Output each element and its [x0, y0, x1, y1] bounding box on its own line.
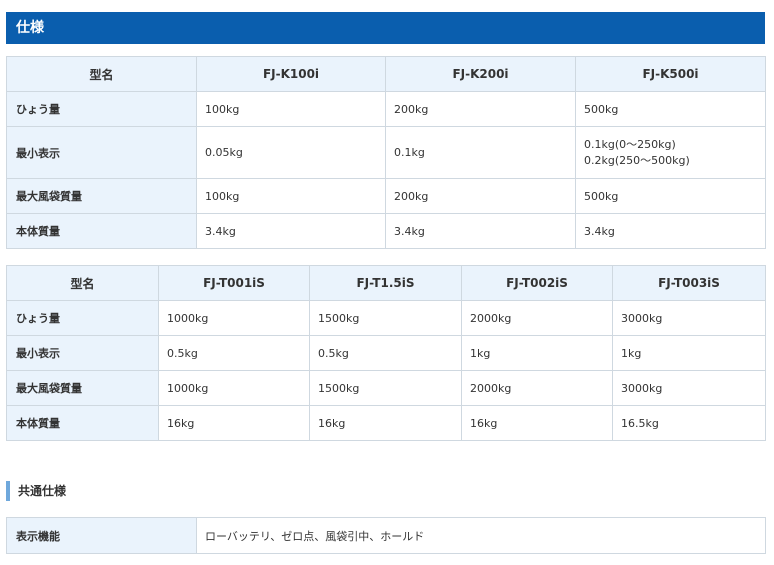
table-row: 最大風袋質量 100kg 200kg 500kg: [6, 178, 766, 214]
table-cell: 500kg: [575, 178, 766, 214]
table-cell: ローバッテリ、ゼロ点、風袋引中、ホールド: [196, 517, 766, 554]
row-label: 本体質量: [6, 405, 159, 441]
table-cell: 16kg: [309, 405, 462, 441]
common-spec-heading: 共通仕様: [6, 481, 66, 501]
table-cell: 16kg: [461, 405, 613, 441]
table-cell: 1kg: [461, 335, 613, 371]
row-label: 最大風袋質量: [6, 178, 197, 214]
row-label: ひょう量: [6, 300, 159, 336]
cell-line: 0.2kg(250〜500kg): [584, 153, 690, 167]
table-cell: 3.4kg: [385, 213, 576, 249]
table-cell: 1000kg: [158, 370, 310, 406]
column-header: FJ-K200i: [385, 56, 576, 92]
table-cell: 0.1kg(0〜250kg) 0.2kg(250〜500kg): [575, 126, 766, 179]
table-cell: 200kg: [385, 178, 576, 214]
table-cell: 1000kg: [158, 300, 310, 336]
table-row: ひょう量 1000kg 1500kg 2000kg 3000kg: [6, 300, 766, 336]
table-header-row: 型名 FJ-T001iS FJ-T1.5iS FJ-T002iS FJ-T003…: [6, 265, 766, 301]
table-header-row: 型名 FJ-K100i FJ-K200i FJ-K500i: [6, 56, 766, 92]
table-cell: 3.4kg: [196, 213, 386, 249]
table-cell: 100kg: [196, 178, 386, 214]
column-header: FJ-K500i: [575, 56, 766, 92]
table-row: 最小表示 0.05kg 0.1kg 0.1kg(0〜250kg) 0.2kg(2…: [6, 126, 766, 179]
row-label: 最小表示: [6, 335, 159, 371]
spec-table-k-series: 型名 FJ-K100i FJ-K200i FJ-K500i ひょう量 100kg…: [6, 56, 766, 249]
column-header: 型名: [6, 265, 159, 301]
table-cell: 1kg: [612, 335, 766, 371]
section-title: 仕様: [6, 12, 765, 44]
row-label: 最大風袋質量: [6, 370, 159, 406]
column-header: FJ-T003iS: [612, 265, 766, 301]
table-row: 表示機能 ローバッテリ、ゼロ点、風袋引中、ホールド: [6, 517, 766, 554]
table-row: 最小表示 0.5kg 0.5kg 1kg 1kg: [6, 335, 766, 371]
table-cell: 100kg: [196, 91, 386, 127]
table-cell: 16kg: [158, 405, 310, 441]
spec-table-t-series: 型名 FJ-T001iS FJ-T1.5iS FJ-T002iS FJ-T003…: [6, 265, 766, 441]
table-row: 本体質量 16kg 16kg 16kg 16.5kg: [6, 405, 766, 441]
table-cell: 0.1kg: [385, 126, 576, 179]
table-cell: 200kg: [385, 91, 576, 127]
column-header: FJ-T1.5iS: [309, 265, 462, 301]
table-cell: 2000kg: [461, 370, 613, 406]
table-row: 最大風袋質量 1000kg 1500kg 2000kg 3000kg: [6, 370, 766, 406]
row-label: 本体質量: [6, 213, 197, 249]
table-cell: 3000kg: [612, 300, 766, 336]
column-header: FJ-K100i: [196, 56, 386, 92]
table-cell: 500kg: [575, 91, 766, 127]
table-cell: 1500kg: [309, 370, 462, 406]
table-cell: 2000kg: [461, 300, 613, 336]
column-header: FJ-T002iS: [461, 265, 613, 301]
row-label: 表示機能: [6, 517, 197, 554]
table-row: ひょう量 100kg 200kg 500kg: [6, 91, 766, 127]
row-label: ひょう量: [6, 91, 197, 127]
table-cell: 0.5kg: [309, 335, 462, 371]
table-cell: 0.05kg: [196, 126, 386, 179]
table-row: 本体質量 3.4kg 3.4kg 3.4kg: [6, 213, 766, 249]
table-cell: 3000kg: [612, 370, 766, 406]
common-spec-table: 表示機能 ローバッテリ、ゼロ点、風袋引中、ホールド: [6, 517, 766, 554]
table-cell: 3.4kg: [575, 213, 766, 249]
column-header: FJ-T001iS: [158, 265, 310, 301]
table-cell: 1500kg: [309, 300, 462, 336]
row-label: 最小表示: [6, 126, 197, 179]
column-header: 型名: [6, 56, 197, 92]
table-cell: 16.5kg: [612, 405, 766, 441]
table-cell: 0.5kg: [158, 335, 310, 371]
cell-line: 0.1kg(0〜250kg): [584, 137, 676, 151]
